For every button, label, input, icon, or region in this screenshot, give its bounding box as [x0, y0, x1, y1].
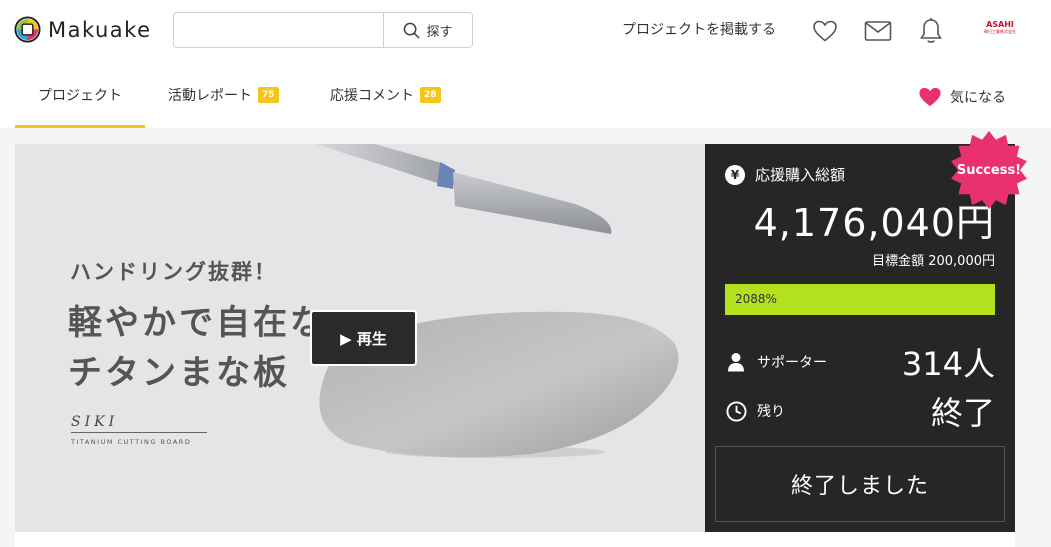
search-bar: 探す	[173, 12, 473, 48]
brand-underline	[71, 432, 207, 433]
remaining-value: 終了	[930, 394, 995, 432]
project-ended-button[interactable]: 終了しました	[715, 446, 1005, 522]
brand-logo: SIKI TITANIUM CUTTING BOARD	[71, 414, 207, 446]
watch-button[interactable]: 気になる	[918, 86, 1006, 108]
heart-filled-icon	[919, 87, 941, 107]
search-input[interactable]	[174, 13, 383, 47]
company-logo-name: ASAHI	[986, 20, 1014, 29]
site-header: Makuake 探す プロジェクトを掲載する ASAHI 朝日工業株式会社	[0, 0, 1051, 62]
tab-support-comments-label: 応援コメント	[330, 88, 414, 104]
favorites-button[interactable]	[811, 17, 839, 45]
search-button-label: 探す	[426, 24, 453, 40]
knife-image	[315, 144, 612, 234]
progress-percentage: 2088%	[735, 292, 777, 306]
user-company-logo[interactable]: ASAHI 朝日工業株式会社	[981, 20, 1019, 35]
tab-project-label: プロジェクト	[38, 88, 122, 104]
brand-name: SIKI	[71, 414, 119, 430]
logo-text: Makuake	[48, 17, 152, 42]
funding-label-row: ¥ 応援購入総額	[725, 164, 845, 185]
content-card-top	[15, 532, 1015, 547]
funding-progress-bar: 2088%	[725, 284, 995, 315]
mail-icon	[864, 21, 892, 41]
bell-icon	[920, 18, 942, 43]
supporters-label: サポーター	[757, 355, 827, 371]
tab-project[interactable]: プロジェクト	[15, 62, 145, 128]
brand-tagline: TITANIUM CUTTING BOARD	[71, 438, 192, 446]
messages-button[interactable]	[864, 17, 892, 45]
success-badge-text: Success!	[956, 162, 1022, 178]
clock-icon	[725, 400, 747, 422]
tab-activity-reports-label: 活動レポート	[168, 88, 252, 104]
success-badge: Success!	[949, 130, 1029, 210]
heart-icon	[813, 20, 837, 42]
support-comments-count-badge: 28	[420, 87, 441, 103]
post-project-link[interactable]: プロジェクトを掲載する	[622, 19, 776, 39]
company-logo-sub: 朝日工業株式会社	[984, 29, 1016, 34]
hero-title-line1: 軽やかで自在な	[68, 303, 327, 343]
project-hero-video[interactable]: ハンドリング抜群！ 軽やかで自在な チタンまな板 SIKI TITANIUM C…	[15, 144, 705, 532]
makuake-logo[interactable]: Makuake	[14, 16, 152, 43]
activity-reports-count-badge: 75	[258, 87, 279, 103]
makuake-logo-icon	[14, 16, 41, 43]
remaining-label: 残り	[757, 404, 785, 420]
yen-icon: ¥	[725, 164, 745, 185]
funding-label: 応援購入総額	[755, 166, 846, 184]
notifications-button[interactable]	[917, 17, 945, 45]
search-button[interactable]: 探す	[383, 13, 472, 47]
tab-support-comments[interactable]: 応援コメント 28	[330, 62, 441, 128]
supporters-count: 314人	[901, 345, 995, 383]
watch-label: 気になる	[950, 90, 1006, 106]
play-video-label: ▶ 再生	[340, 329, 387, 348]
goal-amount: 目標金額 200,000円	[872, 254, 995, 269]
hero-subtitle: ハンドリング抜群！	[70, 260, 277, 284]
search-icon	[404, 22, 421, 39]
remaining-row: 残り 終了	[725, 388, 995, 434]
play-video-button[interactable]: ▶ 再生	[310, 310, 417, 366]
tab-activity-reports[interactable]: 活動レポート 75	[168, 62, 279, 128]
project-tabs: プロジェクト 活動レポート 75 応援コメント 28	[0, 62, 1051, 128]
hero-title-line2: チタンまな板	[68, 353, 290, 393]
hero-title: 軽やかで自在な チタンまな板	[68, 298, 327, 398]
person-icon	[725, 351, 747, 373]
supporters-row: サポーター 314人	[725, 339, 995, 385]
